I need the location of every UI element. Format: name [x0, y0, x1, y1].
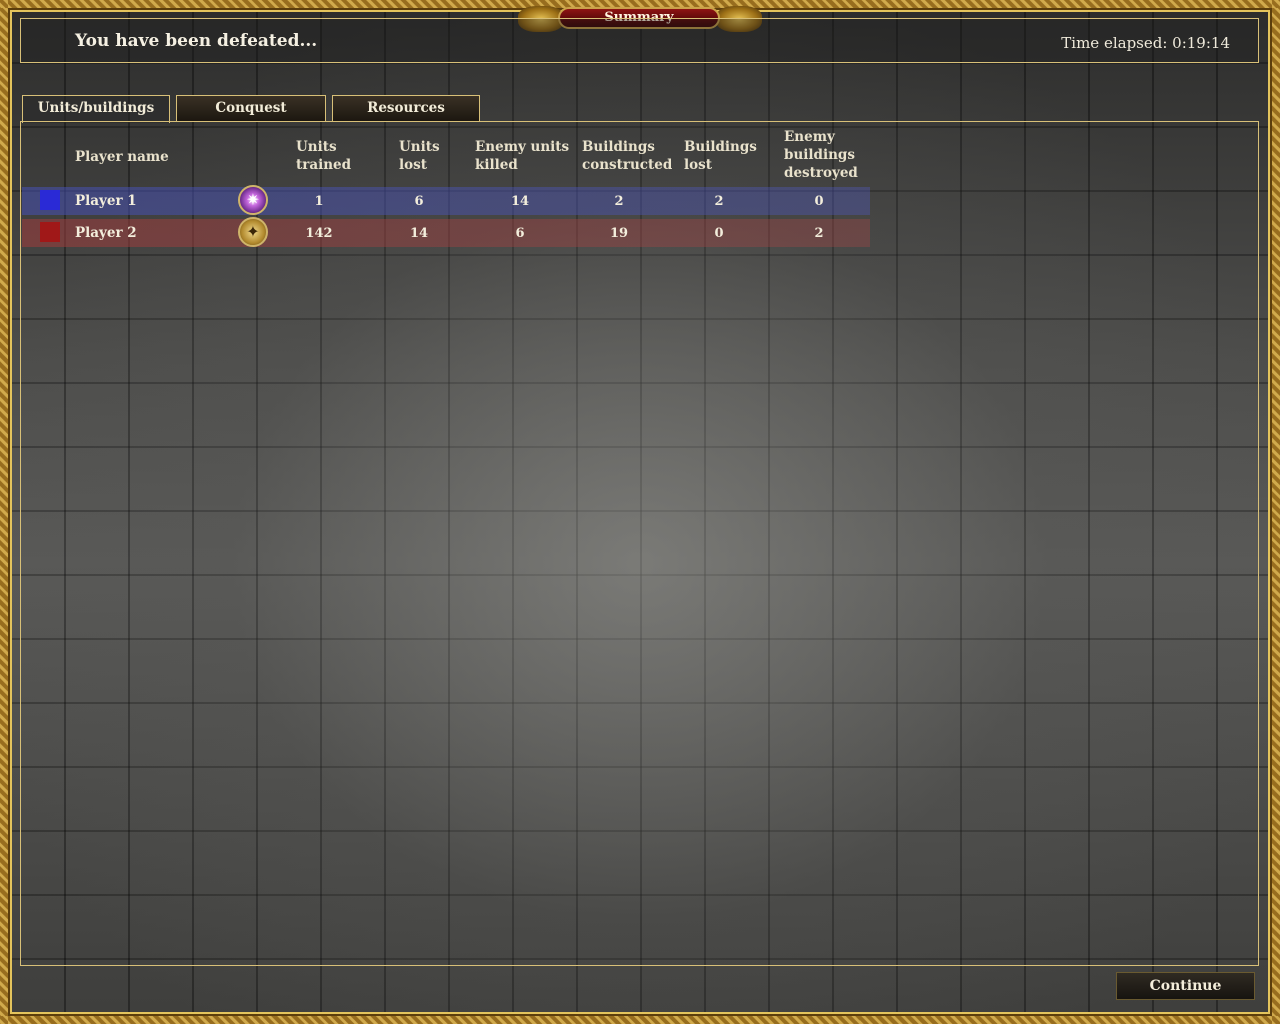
gold-eagle-emblem-icon: ✦ [238, 217, 268, 247]
player-color-swatch [40, 222, 60, 242]
buildings-lost-value: 0 [714, 226, 724, 241]
time-elapsed: Time elapsed: 0:19:14 [1061, 34, 1230, 52]
header-enemy-units-killed: Enemy units killed [475, 139, 570, 173]
header-enemy-buildings-destroyed: Enemy buildings destroyed [784, 129, 858, 181]
tab-units-buildings[interactable]: Units/buildings [22, 95, 170, 123]
purple-star-emblem-icon: ✷ [238, 185, 268, 215]
header-units-lost: Units lost [399, 139, 440, 173]
enemy-buildings-destroyed-value: 2 [814, 226, 824, 241]
buildings-lost-value: 2 [714, 194, 724, 209]
enemy-units-killed-value: 14 [510, 194, 530, 209]
units-trained-value: 1 [314, 194, 324, 209]
stats-panel [20, 121, 1259, 966]
buildings-constructed-value: 2 [614, 194, 624, 209]
player-name: Player 1 [75, 193, 137, 209]
summary-header: You have been defeated... Time elapsed: … [20, 18, 1259, 63]
player-name: Player 2 [75, 225, 137, 241]
tab-resources[interactable]: Resources [332, 95, 480, 121]
units-lost-value: 14 [409, 226, 429, 241]
units-lost-value: 6 [414, 194, 424, 209]
header-buildings-constructed: Buildings constructed [582, 139, 673, 173]
enemy-buildings-destroyed-value: 0 [814, 194, 824, 209]
continue-button[interactable]: Continue [1116, 972, 1255, 1000]
tab-conquest[interactable]: Conquest [176, 95, 326, 121]
header-buildings-lost: Buildings lost [684, 139, 757, 173]
defeat-status: You have been defeated... [75, 31, 318, 51]
units-trained-value: 142 [305, 226, 333, 241]
buildings-constructed-value: 19 [609, 226, 629, 241]
player-color-swatch [40, 190, 60, 210]
header-player-name: Player name [75, 149, 169, 165]
header-units-trained: Units trained [296, 139, 352, 173]
enemy-units-killed-value: 6 [515, 226, 525, 241]
